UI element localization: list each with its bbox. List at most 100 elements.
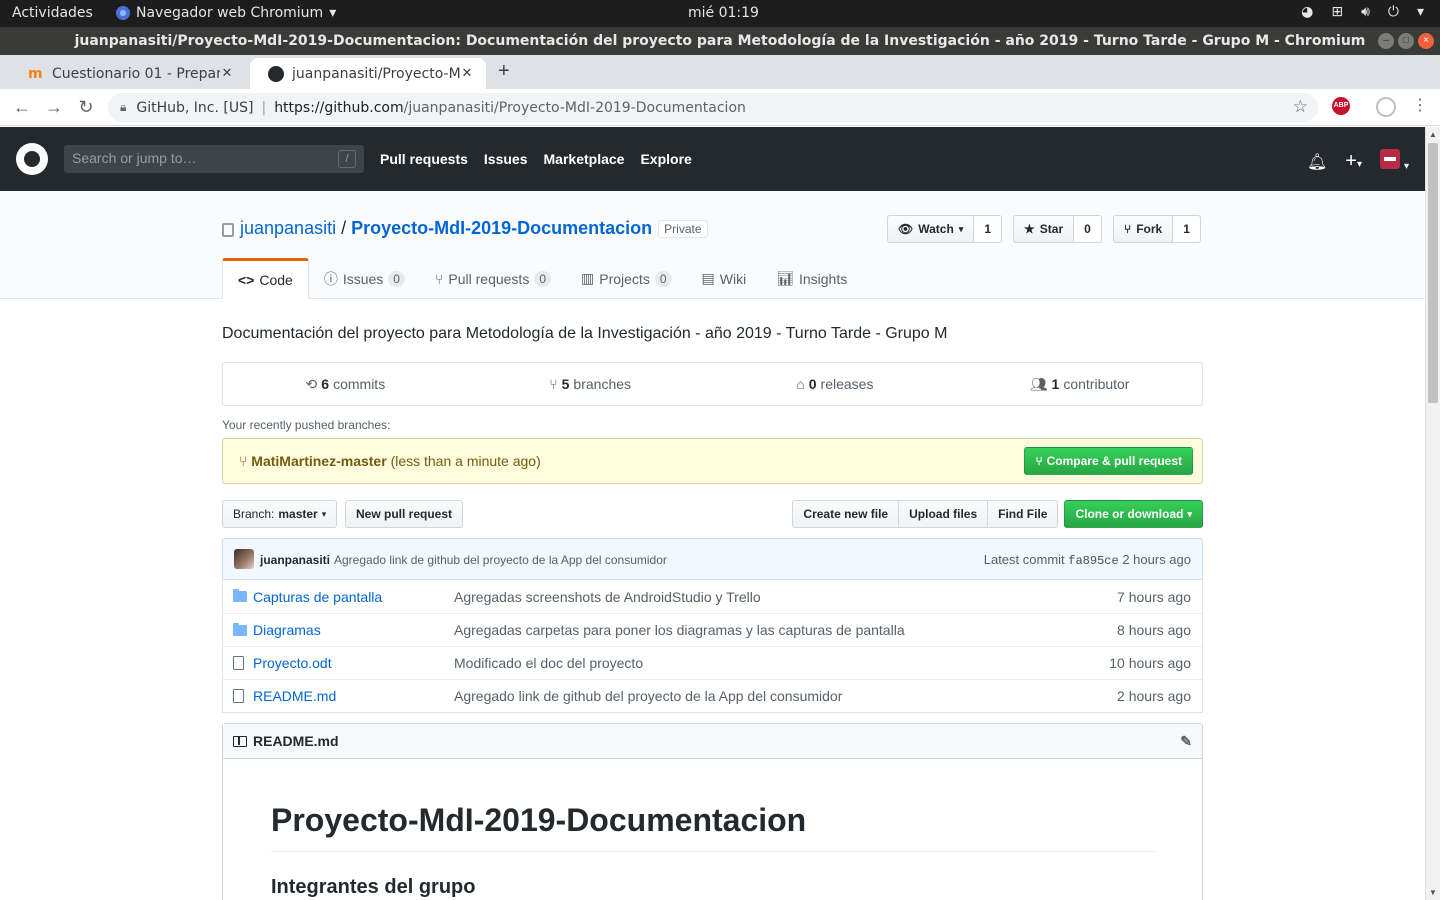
project-icon: ▥ (581, 270, 595, 286)
nav-issues[interactable]: Issues (484, 151, 528, 167)
tab-github[interactable]: juanpanasiti/Proyecto-Mc ✕ (250, 58, 486, 89)
file-name-link[interactable]: Capturas de pantalla (253, 589, 454, 605)
app-menu[interactable]: Navegador web Chromium ▾ (116, 5, 336, 21)
commit-author[interactable]: juanpanasiti (260, 553, 330, 567)
numbers-summary: ⟲ 6 commits ⑂ 5 branches ⌂ 0 releases 👥︎… (222, 362, 1203, 406)
file-commit-message[interactable]: Agregado link de github del proyecto de … (454, 688, 1082, 704)
browser-menu-icon[interactable]: ⋮ (1412, 97, 1428, 115)
lock-icon (222, 222, 234, 237)
find-file-button[interactable]: Find File (988, 500, 1059, 528)
scroll-up-arrow-icon[interactable]: ▲ (1429, 130, 1437, 139)
bell-icon[interactable]: 🔔︎ (1307, 152, 1327, 172)
file-navigation: Branch: master ▾ New pull request Create… (222, 500, 1203, 528)
close-tab-icon[interactable]: ✕ (220, 66, 234, 81)
clone-download-button[interactable]: Clone or download ▾ (1064, 500, 1203, 528)
maximize-button[interactable]: □ (1398, 33, 1414, 49)
clock[interactable]: mié 01:19 (688, 5, 759, 21)
releases-link[interactable]: ⌂ 0 releases (713, 363, 958, 405)
discord-icon[interactable]: ◕ (1301, 4, 1313, 20)
branches-count: 5 (561, 376, 570, 392)
volume-icon[interactable]: 🔊︎ (1361, 4, 1370, 20)
branch-select-button[interactable]: Branch: master ▾ (222, 500, 338, 528)
tab-issues[interactable]: ⓘ Issues 0 (309, 258, 420, 299)
close-window-button[interactable]: × (1418, 33, 1434, 49)
commits-link[interactable]: ⟲ 6 commits (223, 363, 468, 405)
repo-name-link[interactable]: Proyecto-MdI-2019-Documentacion (351, 218, 652, 239)
user-avatar-menu[interactable]: ▾ (1379, 149, 1409, 174)
watch-button[interactable]: 👁︎ Watch ▾ (887, 215, 975, 243)
nav-explore[interactable]: Explore (640, 151, 691, 167)
file-icon (233, 689, 247, 703)
back-arrow-icon[interactable]: ← (12, 97, 32, 117)
close-tab-icon[interactable]: ✕ (460, 66, 474, 81)
activities-button[interactable]: Actividades (12, 5, 93, 21)
issue-icon: ⓘ (323, 270, 338, 287)
nav-marketplace[interactable]: Marketplace (544, 151, 625, 167)
file-commit-message[interactable]: Agregadas screenshots de AndroidStudio y… (454, 589, 1082, 605)
star-count[interactable]: 0 (1074, 215, 1102, 243)
power-icon[interactable]: ⏻ (1388, 4, 1399, 20)
file-list: Capturas de pantalla Agregadas screensho… (222, 580, 1203, 713)
watch-count[interactable]: 1 (974, 215, 1003, 243)
star-button[interactable]: ★ Star (1013, 215, 1075, 243)
table-row: Proyecto.odt Modificado el doc del proye… (223, 646, 1202, 679)
adblock-extension-icon[interactable]: ABP (1332, 97, 1350, 115)
pencil-edit-icon[interactable]: ✎ (1180, 733, 1192, 750)
commit-message[interactable]: Agregado link de github del proyecto de … (334, 553, 667, 567)
history-icon: ⟲ (305, 375, 318, 392)
latest-commit-bar: juanpanasiti Agregado link de github del… (222, 538, 1203, 580)
plus-icon[interactable]: +▾ (1345, 150, 1362, 173)
compare-pull-request-button[interactable]: ⑂ Compare & pull request (1024, 447, 1193, 475)
file-age: 8 hours ago (1117, 622, 1191, 638)
repo-owner-link[interactable]: juanpanasiti (240, 218, 336, 239)
create-new-file-button[interactable]: Create new file (792, 500, 900, 528)
profile-avatar-icon[interactable] (1376, 97, 1396, 117)
file-name-link[interactable]: Diagramas (253, 622, 454, 638)
forward-arrow-icon[interactable]: → (44, 97, 64, 117)
file-commit-message[interactable]: Modificado el doc del proyecto (454, 655, 1082, 671)
upload-files-button[interactable]: Upload files (899, 500, 989, 528)
site-identity[interactable]: GitHub, Inc. [US] (136, 100, 253, 116)
new-tab-button[interactable]: + (498, 60, 510, 83)
contributors-link[interactable]: 👥︎ 1 contributor (957, 363, 1202, 405)
book-icon: ▤ (701, 270, 715, 286)
page-scrollbar[interactable]: ▲ ▼ (1425, 127, 1440, 900)
branches-link[interactable]: ⑂ 5 branches (468, 363, 713, 405)
file-name-link[interactable]: README.md (253, 688, 454, 704)
bookmark-star-icon[interactable]: ☆ (1293, 97, 1308, 117)
recent-branch-name[interactable]: MatiMartinez-master (251, 453, 386, 469)
reload-icon[interactable]: ↻ (76, 97, 96, 117)
people-icon: 👥︎ (1029, 375, 1048, 392)
tab-pull-requests[interactable]: ⑂ Pull requests 0 (420, 258, 566, 299)
avatar[interactable] (234, 549, 254, 569)
app-menu-label: Navegador web Chromium (136, 5, 324, 21)
tab-code[interactable]: <> Code (222, 258, 309, 299)
tab-cuestionario[interactable]: m Cuestionario 01 - Preparci ✕ (10, 58, 246, 89)
chromium-icon (116, 6, 130, 20)
tab-projects[interactable]: ▥ Projects 0 (566, 258, 687, 299)
fork-count[interactable]: 1 (1173, 215, 1201, 243)
system-tray[interactable]: ◕ ⊞ 🔊︎ ⏻ ▾ (1301, 4, 1424, 20)
search-input[interactable]: Search or jump to… / (64, 145, 364, 173)
scroll-down-arrow-icon[interactable]: ▼ (1429, 888, 1437, 897)
file-name-link[interactable]: Proyecto.odt (253, 655, 454, 671)
fork-button[interactable]: ⑂ Fork (1113, 215, 1174, 243)
nav-pull-requests[interactable]: Pull requests (380, 151, 468, 167)
file-commit-message[interactable]: Agregadas carpetas para poner los diagra… (454, 622, 1082, 638)
github-logo-icon[interactable] (16, 143, 48, 175)
projects-counter: 0 (654, 270, 672, 287)
new-pull-request-button[interactable]: New pull request (345, 500, 464, 528)
tab-insights[interactable]: 📊︎ Insights (761, 258, 862, 299)
folder-icon (233, 589, 247, 602)
url-path: /juanpanasiti/Proyecto-MdI-2019-Document… (403, 99, 746, 116)
window-controls: – □ × (1378, 33, 1434, 49)
commit-sha[interactable]: fa895ce (1068, 554, 1118, 568)
network-icon[interactable]: ⊞ (1331, 4, 1343, 20)
address-bar[interactable]: 🔒︎ GitHub, Inc. [US] | https://github.co… (108, 93, 1318, 122)
scrollbar-thumb[interactable] (1428, 143, 1438, 403)
chevron-down-icon[interactable]: ▾ (1417, 4, 1424, 20)
minimize-button[interactable]: – (1378, 33, 1394, 49)
lock-icon[interactable]: 🔒︎ (120, 100, 126, 115)
tab-label: Issues (342, 270, 384, 287)
tab-wiki[interactable]: ▤ Wiki (687, 258, 762, 299)
